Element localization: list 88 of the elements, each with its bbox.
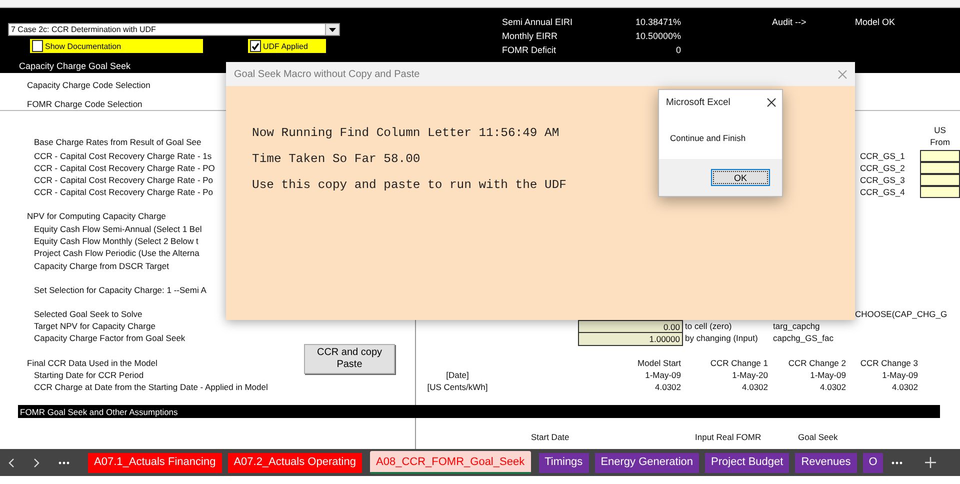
input-cell (920, 162, 960, 174)
unit-label: [Date] (446, 370, 469, 380)
sheet-tab[interactable]: Energy Generation (594, 452, 700, 472)
row-label: NPV for Computing Capacity Charge (27, 211, 166, 221)
status-line: Use this copy and paste to run with the UDF (252, 178, 566, 192)
table-cell: CCR Change 1 (710, 358, 768, 368)
checkbox-control[interactable]: UDF Applied (248, 39, 326, 53)
row-label: Base Charge Rates from Result of Goal See (34, 137, 202, 147)
range-name: CCR_GS_4 (860, 187, 905, 197)
checkbox-control[interactable]: Show Documentation (30, 39, 203, 53)
summary-value: 10.50000% (634, 31, 681, 43)
column-header: Goal Seek (798, 432, 838, 442)
summary-label: Monthly EIRR (502, 31, 559, 43)
range-name: CCR_GS_1 (860, 151, 905, 161)
case-dropdown[interactable]: 7 Case 2c: CCR Determination with UDF (8, 23, 340, 36)
sheet-tab[interactable]: Timings (538, 452, 589, 472)
table-cell: 1-May-09 (810, 370, 846, 380)
dialog-title: Microsoft Excel (666, 96, 730, 108)
row-label: Final CCR Data Used in the Model (27, 358, 158, 368)
more-icon[interactable] (58, 460, 70, 464)
macro-button[interactable]: CCR and copy Paste (304, 344, 395, 374)
row-label: CCR - Capital Cost Recovery Charge Rate - 1s (34, 151, 212, 161)
sheet-tab[interactable]: Revenues (795, 452, 857, 472)
range-name: targ_capchg (773, 321, 820, 331)
close-icon[interactable] (767, 98, 776, 106)
summary-label: Semi Annual EIRI (502, 17, 574, 29)
sheet-tab[interactable]: Project Budget (705, 452, 790, 472)
input-cell (920, 150, 960, 162)
checkmark-icon (251, 42, 260, 50)
column-header: US (934, 125, 946, 135)
section-title: FOMR Goal Seek and Other Assumptions (20, 406, 178, 418)
row-label: FOMR Charge Code Selection (27, 99, 142, 109)
range-name: capchg_GS_fac (773, 333, 834, 343)
table-cell: 1-May-20 (732, 370, 768, 380)
table-cell: 4.0302 (892, 382, 918, 392)
row-label: Project Cash Flow Periodic (Use the Alterna (34, 248, 200, 258)
more-icon[interactable] (891, 460, 904, 464)
chevron-left-icon[interactable] (8, 458, 15, 468)
audit-status: Model OK (854, 17, 896, 29)
row-label: Capacity Charge from DSCR Target (34, 261, 169, 271)
range-name: CCR_GS_2 (860, 163, 905, 173)
column-header: Input Real FOMR (695, 432, 762, 442)
input-cell: 1.00000 (578, 332, 683, 346)
summary-value: 0 (674, 45, 681, 57)
table-cell: 1-May-09 (882, 370, 918, 380)
table-cell: 4.0302 (742, 382, 768, 392)
column-header: Start Date (531, 432, 570, 442)
dialog-title: Goal Seek Macro without Copy and Paste (234, 68, 420, 80)
row-label: CCR - Capital Cost Recovery Charge Rate - Po (34, 175, 214, 185)
row-label: Equity Cash Flow Monthly (Select 2 Below t (34, 236, 198, 246)
sheet-tab[interactable]: A07.2_Actuals Operating (228, 452, 362, 472)
status-line: Now Running Find Column Letter 11:56:49 AM (252, 126, 560, 140)
row-label: Starting Date for CCR Period (34, 370, 144, 380)
note-text: to cell (zero) (685, 321, 732, 331)
add-icon[interactable] (925, 457, 936, 468)
table-cell: CCR Change 2 (788, 358, 846, 368)
summary-label: FOMR Deficit (502, 45, 557, 57)
table-cell: 1-May-09 (645, 370, 681, 380)
audit-label: Audit --> (771, 17, 808, 29)
note-text: by changing (Input) (685, 333, 758, 343)
row-label: Set Selection for Capacity Charge: 1 --Semi A (34, 285, 206, 295)
ok-button[interactable]: OK (711, 169, 770, 186)
row-label: Target NPV for Capacity Charge (34, 321, 156, 331)
range-name: CCR_GS_3 (860, 175, 905, 185)
row-label: CCR - Capital Cost Recovery Charge Rate - PO (34, 163, 215, 173)
column-header: From (930, 137, 950, 147)
sheet-tab[interactable]: O (862, 452, 884, 472)
section-title: Capacity Charge Goal Seek (19, 61, 132, 71)
input-cell (920, 186, 960, 198)
table-cell: CCR Change 3 (860, 358, 918, 368)
message-text: Continue and Finish (670, 133, 746, 143)
table-cell: 4.0302 (655, 382, 681, 392)
row-label: CCR - Capital Cost Recovery Charge Rate - Po (34, 187, 214, 197)
chevron-right-icon[interactable] (33, 458, 40, 468)
table-cell: 4.0302 (820, 382, 846, 392)
sheet-tab[interactable]: A07.1_Actuals Financing (88, 452, 222, 472)
caret-icon (325, 24, 339, 35)
row-label: Selected Goal Seek to Solve (34, 309, 142, 319)
formula-text: CHOOSE(CAP_CHG_G (855, 309, 948, 319)
input-cell (920, 174, 960, 186)
row-label: Equity Cash Flow Semi-Annual (Select 1 Bel (34, 224, 202, 234)
row-label: Capacity Charge Factor from Goal Seek (34, 333, 186, 343)
row-label: CCR Charge at Date from the Starting Date - Applied in Model (34, 382, 268, 392)
status-line: Time Taken So Far 58.00 (252, 152, 420, 166)
summary-value: 10.38471% (634, 17, 681, 29)
row-label: Capacity Charge Code Selection (27, 80, 150, 90)
unit-label: [US Cents/kWh] (427, 382, 488, 392)
table-cell: Model Start (638, 358, 681, 368)
